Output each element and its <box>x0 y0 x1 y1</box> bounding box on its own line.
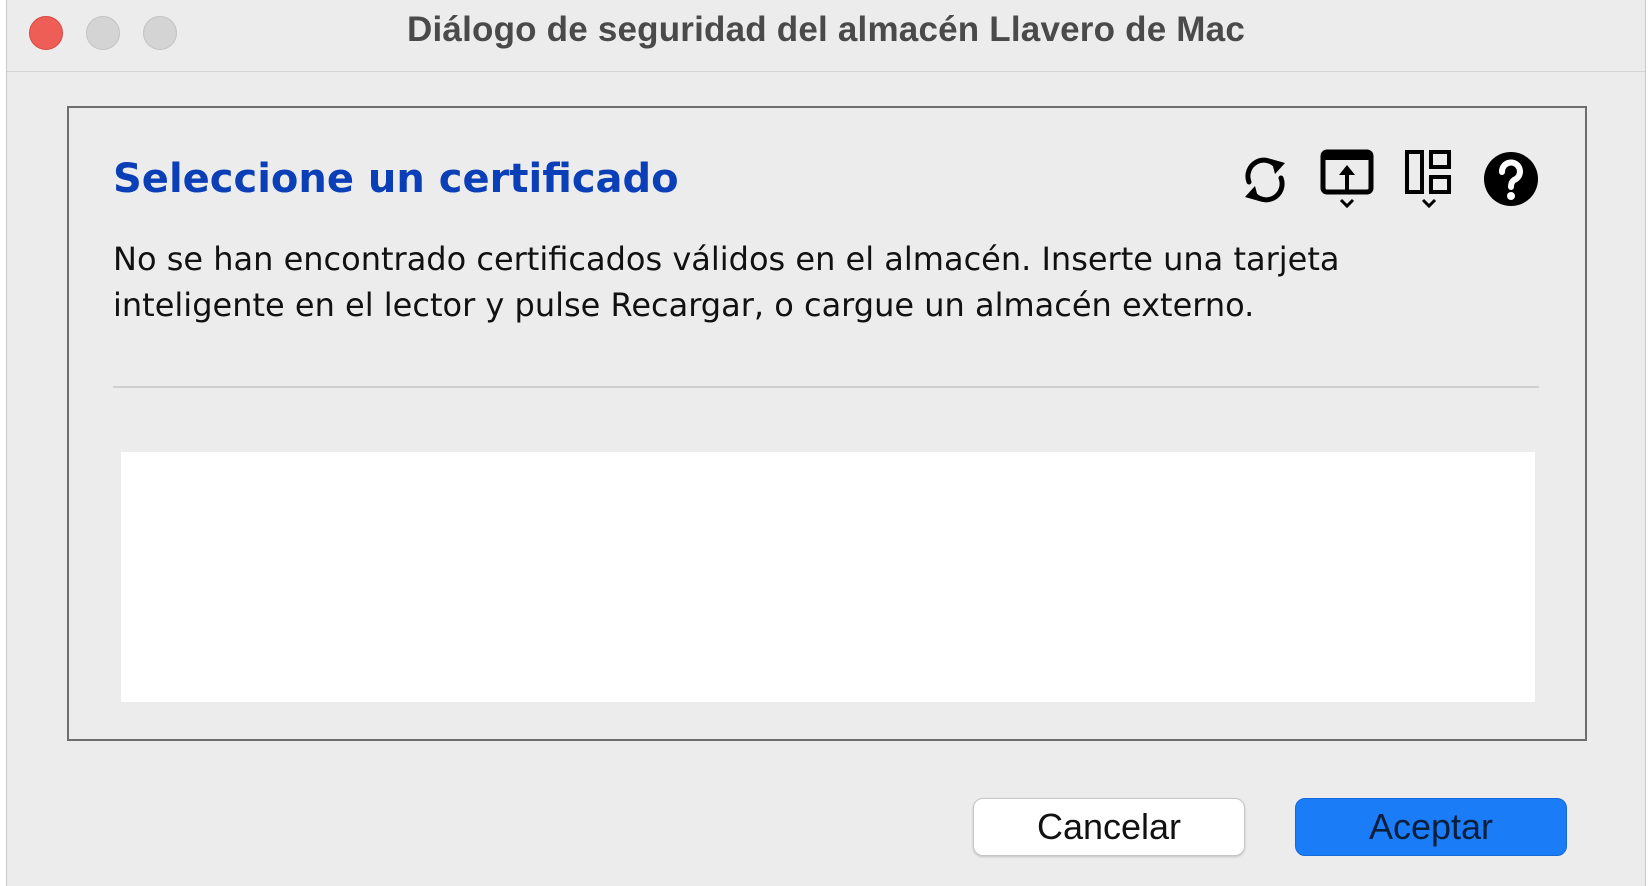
view-options-button[interactable] <box>1399 148 1459 214</box>
window-title: Diálogo de seguridad del almacén Llavero… <box>407 10 1245 49</box>
help-icon <box>1482 150 1540 213</box>
cancel-button[interactable]: Cancelar <box>973 798 1245 856</box>
open-external-store-icon <box>1319 148 1375 215</box>
accept-button[interactable]: Aceptar <box>1295 798 1567 856</box>
view-options-icon <box>1403 148 1455 215</box>
info-message: No se han encontrado certificados válido… <box>113 236 1513 328</box>
divider <box>113 386 1539 388</box>
certificate-list[interactable] <box>121 452 1535 702</box>
info-message-line-2: inteligente en el lector y pulse Recarga… <box>113 286 1255 324</box>
open-store-button[interactable] <box>1317 148 1377 214</box>
title-bar: Diálogo de seguridad del almacén Llavero… <box>7 0 1645 72</box>
panel-toolbar <box>1235 148 1541 214</box>
certificate-panel: Seleccione un certificado No se han enco… <box>67 106 1587 741</box>
reload-button[interactable] <box>1235 148 1295 214</box>
dialog-window: Diálogo de seguridad del almacén Llavero… <box>6 0 1646 886</box>
help-button[interactable] <box>1481 148 1541 214</box>
panel-heading: Seleccione un certificado <box>113 156 679 202</box>
refresh-icon <box>1239 149 1291 214</box>
info-message-line-1: No se han encontrado certificados válido… <box>113 240 1340 278</box>
